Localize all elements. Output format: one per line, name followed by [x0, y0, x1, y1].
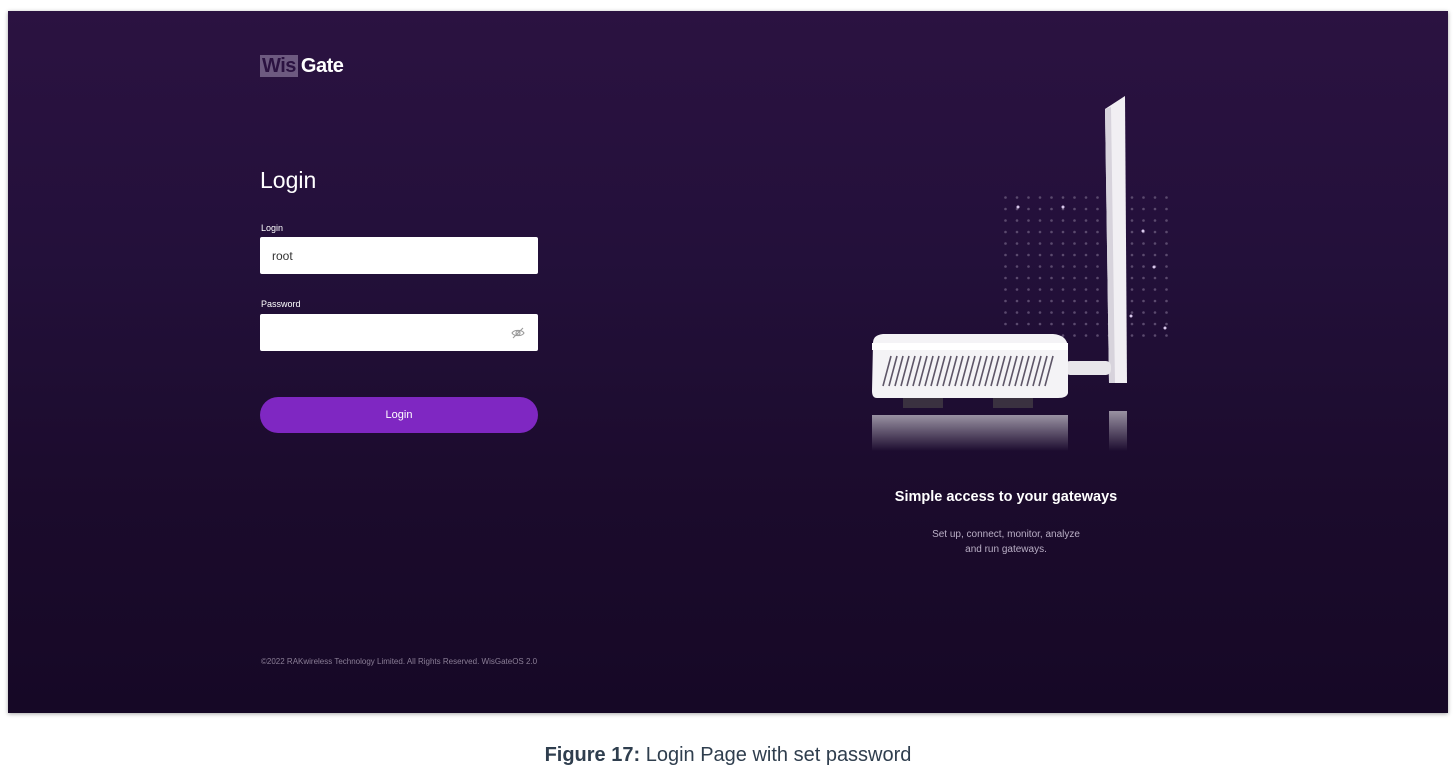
username-value: root — [272, 248, 293, 263]
caption-label: Figure 17: — [544, 744, 641, 766]
username-label: Login — [261, 223, 284, 233]
hero-tagline: Simple access to your gateways — [894, 489, 1118, 505]
username-field[interactable]: root — [260, 237, 538, 274]
logo-gate: Gate — [300, 54, 344, 77]
password-field[interactable] — [260, 314, 538, 351]
login-screen: Wis Gate Login Login root Password Login — [8, 11, 1448, 713]
copyright-footer: ©2022 RAKwireless Technology Limited. Al… — [261, 657, 538, 666]
hero-subtext-line2: and run gateways. — [965, 544, 1047, 555]
eye-slash-icon[interactable] — [510, 325, 526, 341]
gateway-device-illustration — [872, 96, 1173, 451]
login-button[interactable]: Login — [260, 397, 538, 433]
wisgate-logo: Wis Gate — [260, 54, 344, 77]
password-label: Password — [261, 299, 301, 309]
caption-text: Login Page with set password — [640, 744, 912, 766]
page-title: Login — [260, 167, 317, 193]
hero-subtext: Set up, connect, monitor, analyze and ru… — [866, 527, 1146, 557]
logo-wis: Wis — [260, 55, 298, 77]
hero-subtext-line1: Set up, connect, monitor, analyze — [932, 529, 1080, 540]
figure-caption: Figure 17: Login Page with set password — [0, 744, 1456, 767]
